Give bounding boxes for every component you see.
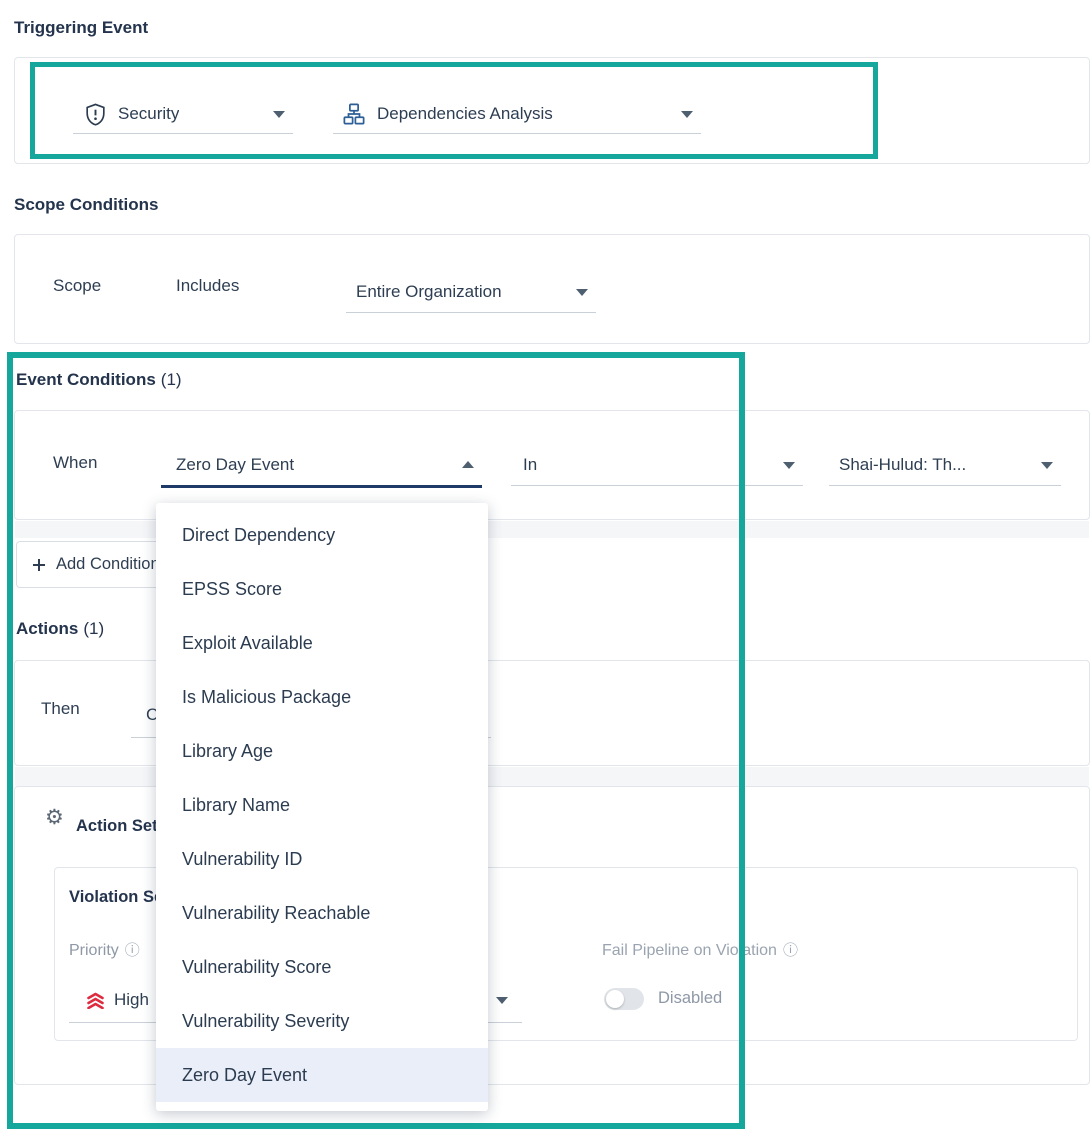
security-shield-icon [85, 103, 106, 126]
chevron-down-icon [1041, 462, 1053, 469]
active-dropdown-underline [161, 485, 482, 488]
when-label: When [53, 453, 97, 473]
fail-pipeline-toggle[interactable] [604, 988, 644, 1010]
triggering-event-card: Security Dependencies Analysis [14, 57, 1090, 164]
plus-icon [32, 558, 46, 572]
scope-conditions-card: Scope Includes Entire Organization [14, 234, 1090, 344]
dropdown-option[interactable]: Is Malicious Package [156, 670, 488, 724]
priority-label: Priority ⓘ [69, 939, 140, 960]
scope-value-dropdown[interactable]: Entire Organization [346, 272, 596, 313]
priority-high-icon [86, 992, 105, 1009]
triggering-event-title: Triggering Event [14, 18, 148, 38]
then-label: Then [41, 699, 80, 719]
dropdown-option[interactable]: Library Age [156, 724, 488, 778]
dropdown-option[interactable]: Vulnerability Severity [156, 994, 488, 1048]
event-category-value: Security [118, 104, 179, 124]
gear-icon: ⚙ [45, 807, 64, 828]
fail-pipeline-state: Disabled [658, 989, 722, 1008]
dropdown-underline [333, 133, 701, 134]
chevron-down-icon [783, 462, 795, 469]
condition-operator-dropdown[interactable]: In [511, 445, 803, 486]
chevron-down-icon [496, 997, 508, 1004]
analysis-type-value: Dependencies Analysis [377, 104, 553, 124]
actions-count: (1) [83, 619, 104, 638]
condition-field-dropdown[interactable]: Zero Day Event [161, 444, 482, 488]
dropdown-option[interactable]: Direct Dependency [156, 508, 488, 562]
actions-title-text: Actions [16, 619, 78, 638]
dropdown-option[interactable]: Library Name [156, 778, 488, 832]
dependencies-analysis-icon [343, 103, 365, 125]
scope-conditions-title: Scope Conditions [14, 195, 159, 215]
info-icon[interactable]: ⓘ [783, 942, 798, 959]
policy-editor-page: { "colors": { "highlight_box": "#16a79c"… [0, 0, 1092, 1140]
dropdown-option[interactable]: Vulnerability Score [156, 940, 488, 994]
event-conditions-count: (1) [161, 370, 182, 389]
chevron-down-icon [273, 111, 285, 118]
priority-label-text: Priority [69, 942, 119, 959]
condition-value-dropdown[interactable]: Shai-Hulud: Th... [829, 445, 1061, 486]
dropdown-underline [511, 485, 803, 486]
chevron-down-icon [576, 289, 588, 296]
dropdown-option[interactable]: Vulnerability Reachable [156, 886, 488, 940]
toggle-knob [606, 990, 624, 1008]
condition-dropdown-menu: Direct DependencyEPSS ScoreExploit Avail… [156, 503, 488, 1111]
condition-operator-value: In [523, 455, 537, 475]
dropdown-underline [829, 485, 1061, 486]
dropdown-option[interactable]: EPSS Score [156, 562, 488, 616]
actions-title: Actions (1) [16, 619, 104, 639]
scope-value: Entire Organization [356, 282, 502, 302]
scope-field-label: Scope [53, 276, 101, 296]
info-icon[interactable]: ⓘ [125, 942, 140, 959]
event-category-dropdown[interactable]: Security [73, 95, 293, 134]
analysis-type-dropdown[interactable]: Dependencies Analysis [333, 95, 701, 134]
dropdown-option[interactable]: Exploit Available [156, 616, 488, 670]
dropdown-option[interactable]: Vulnerability ID [156, 832, 488, 886]
dropdown-option[interactable]: Zero Day Event [156, 1048, 488, 1102]
scope-operator-label: Includes [176, 276, 239, 296]
dropdown-underline [73, 133, 293, 134]
fail-pipeline-label: Fail Pipeline on Violation ⓘ [602, 939, 798, 960]
dropdown-underline [346, 312, 596, 313]
event-conditions-title-text: Event Conditions [16, 370, 156, 389]
fail-pipeline-label-text: Fail Pipeline on Violation [602, 942, 777, 959]
priority-value: High [114, 990, 149, 1010]
chevron-up-icon [462, 461, 474, 468]
chevron-down-icon [681, 111, 693, 118]
condition-field-value: Zero Day Event [176, 455, 294, 475]
add-condition-label: Add Condition [56, 555, 160, 574]
condition-value: Shai-Hulud: Th... [839, 455, 966, 475]
event-conditions-title: Event Conditions (1) [16, 370, 182, 390]
